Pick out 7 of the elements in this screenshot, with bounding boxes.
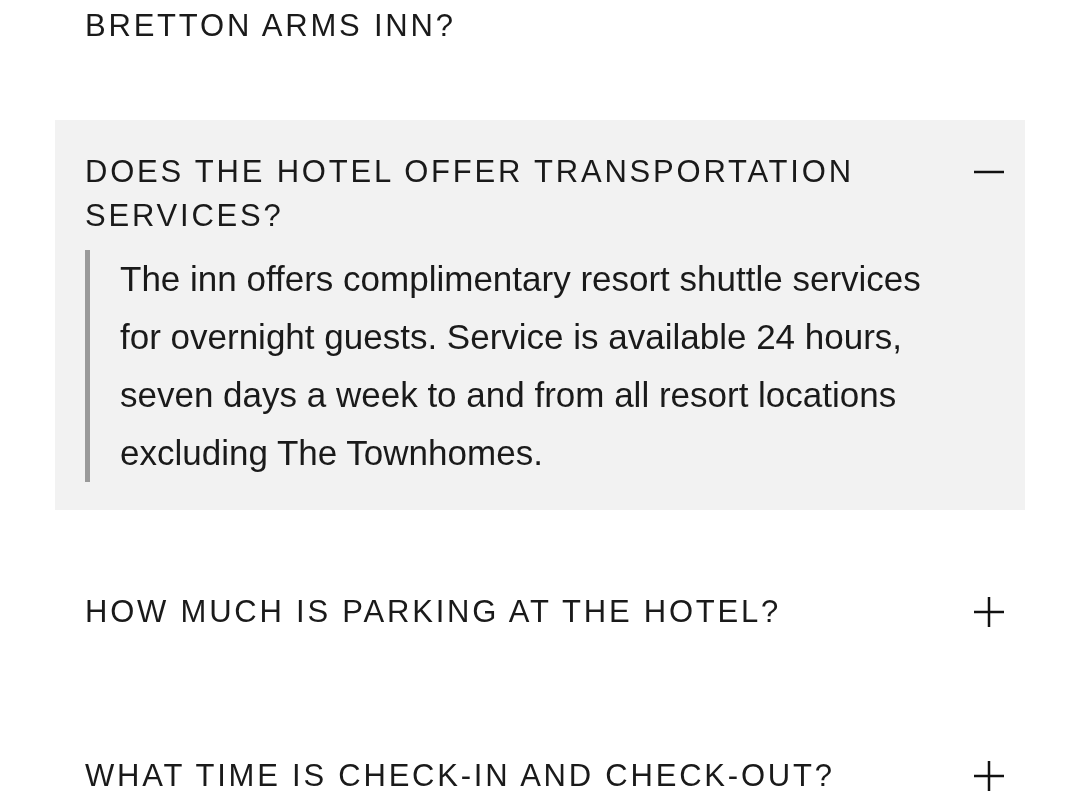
plus-icon[interactable] [973, 596, 1005, 628]
plus-icon[interactable] [973, 760, 1005, 792]
faq-question[interactable]: DOES THE HOTEL OFFER TRANSPORTATION SERVICES? [85, 150, 955, 238]
faq-question[interactable]: BRETTON ARMS INN? [0, 0, 1080, 46]
faq-question[interactable]: WHAT TIME IS CHECK-IN AND CHECK-OUT? [85, 754, 835, 798]
faq-answer: The inn offers complimentary resort shuttle services for overnight guests. Service is available 24 hours, seven days a week to and from all resort locations excluding The Townhomes. [85, 250, 945, 482]
faq-question[interactable]: HOW MUCH IS PARKING AT THE HOTEL? [85, 590, 782, 634]
